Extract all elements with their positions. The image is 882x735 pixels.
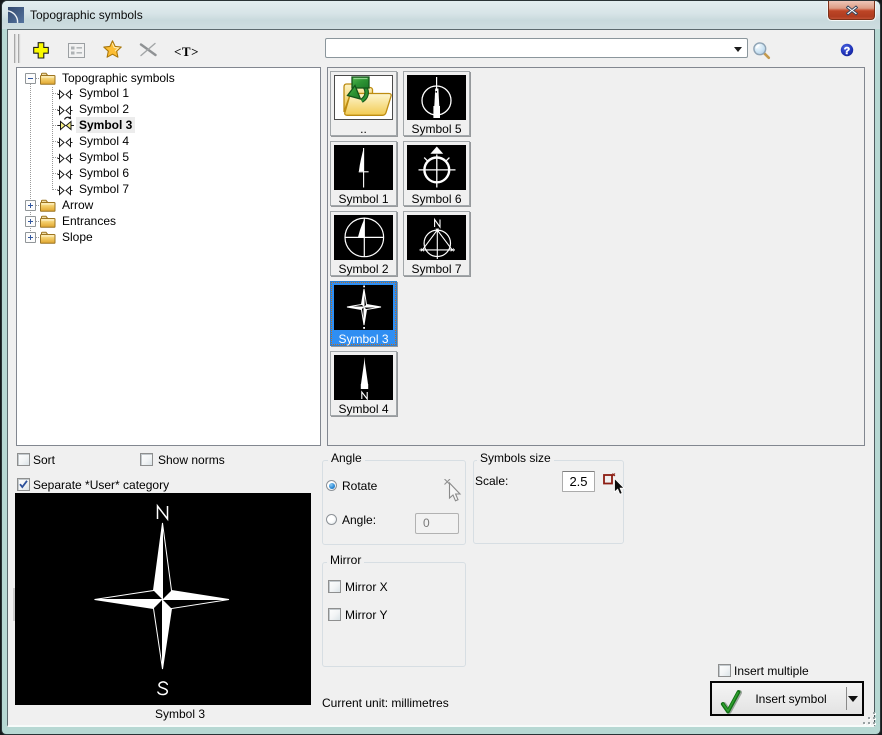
svg-text:?: ?	[844, 45, 850, 57]
